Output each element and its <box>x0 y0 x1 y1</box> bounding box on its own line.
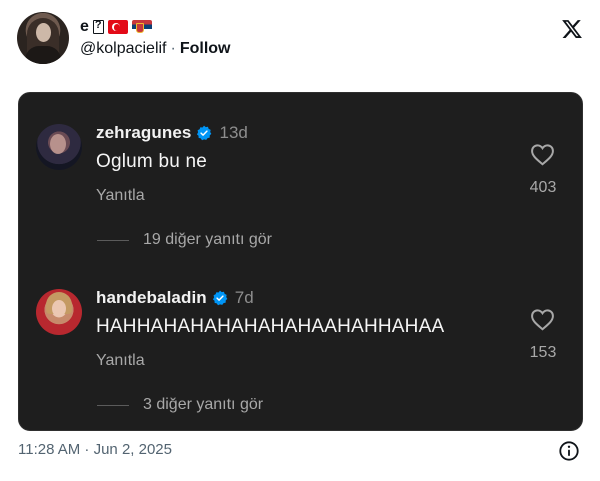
comment-username: zehragunes <box>96 123 192 142</box>
author-handle-row: @kolpacielif · Follow <box>80 40 230 58</box>
heart-icon[interactable] <box>530 308 555 331</box>
serbia-flag-icon <box>131 20 152 34</box>
comment-time: 7d <box>234 288 254 307</box>
view-more-replies-label: 19 diğer yanıtı gör <box>143 231 272 248</box>
author-name[interactable]: e <box>80 18 89 36</box>
heart-icon[interactable] <box>530 143 555 166</box>
info-icon[interactable] <box>558 440 580 462</box>
view-more-replies-label: 3 diğer yanıtı gör <box>143 396 264 413</box>
verified-badge-icon <box>197 125 212 141</box>
reply-button[interactable]: Yanıtla <box>96 187 145 205</box>
instagram-comments-screenshot: zehragunes 13d Oglum bu ne Yanıtla 19 di… <box>18 92 583 431</box>
author-name-row[interactable]: e <box>80 16 152 38</box>
tweet-footer: 11:28 AM · Jun 2, 2025 <box>18 441 583 463</box>
commenter-avatar <box>36 289 82 335</box>
reply-button[interactable]: Yanıtla <box>96 352 145 370</box>
comment-text: Oglum bu ne <box>96 151 207 172</box>
comment-header: zehragunes 13d <box>96 123 248 143</box>
like-count: 153 <box>529 344 557 361</box>
tweet-header: e @kolpacielif · Follow <box>17 12 583 68</box>
divider-line <box>97 404 129 406</box>
follow-button[interactable]: Follow <box>180 40 231 58</box>
author-avatar[interactable] <box>17 12 69 64</box>
comment-time: 13d <box>219 123 248 142</box>
author-handle[interactable]: @kolpacielif <box>80 40 167 58</box>
commenter-avatar <box>36 124 82 170</box>
view-more-replies[interactable]: 19 diğer yanıtı gör <box>97 231 272 249</box>
tweet-timestamp[interactable]: 11:28 AM · Jun 2, 2025 <box>18 441 172 458</box>
turkey-flag-icon <box>107 20 128 34</box>
missing-glyph-icon <box>92 19 104 34</box>
comment-header: handebaladin 7d <box>96 288 254 308</box>
comment-item: handebaladin 7d HAHHAHAHAHAHAHAHAAHAHHAH… <box>19 258 582 413</box>
x-logo-icon[interactable] <box>561 18 583 40</box>
divider-line <box>97 239 129 241</box>
verified-badge-icon <box>212 290 228 306</box>
comment-item: zehragunes 13d Oglum bu ne Yanıtla 19 di… <box>19 93 582 248</box>
view-more-replies[interactable]: 3 diğer yanıtı gör <box>97 396 263 414</box>
comment-text: HAHHAHAHAHAHAHAHAAHAHHAHAA <box>96 316 445 337</box>
like-count: 403 <box>529 179 557 196</box>
comment-username: handebaladin <box>96 288 207 307</box>
separator-dot: · <box>170 40 176 57</box>
